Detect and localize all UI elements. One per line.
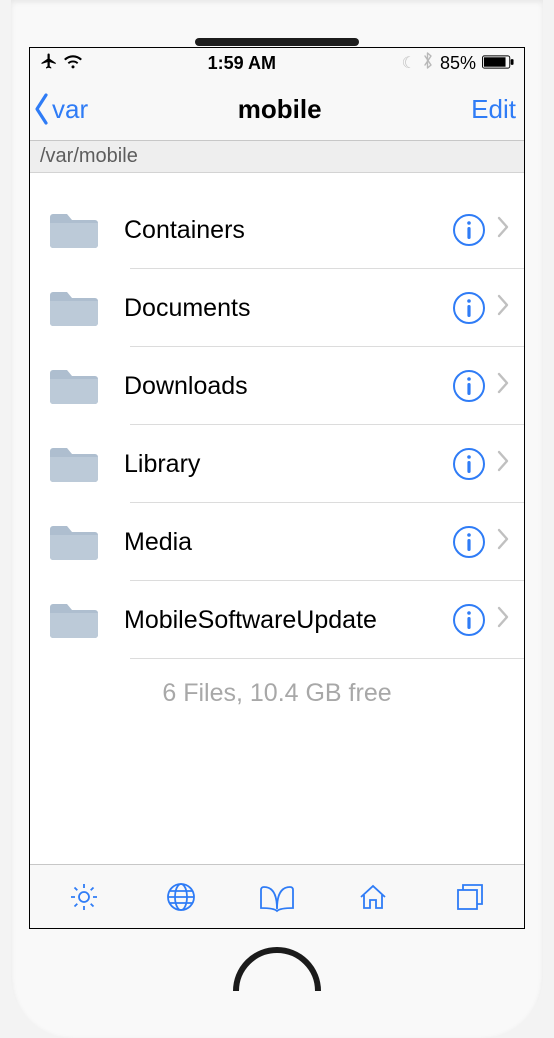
info-button[interactable] xyxy=(452,369,486,403)
home-button[interactable] xyxy=(353,877,393,917)
file-name: Containers xyxy=(124,216,452,245)
folder-icon xyxy=(48,365,100,407)
network-button[interactable] xyxy=(161,877,201,917)
chevron-right-icon[interactable] xyxy=(496,449,514,479)
status-time: 1:59 AM xyxy=(208,53,276,74)
folder-icon xyxy=(48,287,100,329)
windows-button[interactable] xyxy=(450,877,490,917)
info-button[interactable] xyxy=(452,213,486,247)
file-row[interactable]: Library xyxy=(30,425,524,503)
settings-button[interactable] xyxy=(64,877,104,917)
wifi-icon xyxy=(64,53,82,74)
edit-button[interactable]: Edit xyxy=(471,94,516,125)
info-button[interactable] xyxy=(452,525,486,559)
file-list: Containers Documents xyxy=(30,173,524,864)
airplane-mode-icon xyxy=(40,52,58,75)
path-display: /var/mobile xyxy=(30,141,524,173)
file-row[interactable]: Downloads xyxy=(30,347,524,425)
battery-percentage: 85% xyxy=(440,53,476,74)
folder-icon xyxy=(48,443,100,485)
file-row[interactable]: MobileSoftwareUpdate xyxy=(30,581,524,659)
chevron-right-icon[interactable] xyxy=(496,605,514,635)
info-button[interactable] xyxy=(452,291,486,325)
page-title: mobile xyxy=(238,94,322,125)
file-row[interactable]: Containers xyxy=(30,191,524,269)
bluetooth-icon xyxy=(422,52,434,75)
file-name: Downloads xyxy=(124,372,452,401)
file-name: Documents xyxy=(124,294,452,323)
battery-icon xyxy=(482,53,514,74)
folder-icon xyxy=(48,521,100,563)
navigation-bar: var mobile Edit xyxy=(30,78,524,141)
info-button[interactable] xyxy=(452,447,486,481)
file-name: MobileSoftwareUpdate xyxy=(124,606,452,635)
chevron-right-icon[interactable] xyxy=(496,371,514,401)
status-bar: 1:59 AM ☾ 85% xyxy=(30,48,524,78)
chevron-right-icon[interactable] xyxy=(496,527,514,557)
info-button[interactable] xyxy=(452,603,486,637)
bottom-toolbar xyxy=(30,864,524,928)
file-row[interactable]: Media xyxy=(30,503,524,581)
bookmarks-button[interactable] xyxy=(257,877,297,917)
back-button[interactable]: var xyxy=(32,92,88,126)
folder-icon xyxy=(48,599,100,641)
do-not-disturb-icon: ☾ xyxy=(402,53,416,73)
file-row[interactable]: Documents xyxy=(30,269,524,347)
back-button-label: var xyxy=(52,94,88,125)
file-name: Media xyxy=(124,528,452,557)
folder-icon xyxy=(48,209,100,251)
list-summary: 6 Files, 10.4 GB free xyxy=(30,679,524,708)
file-name: Library xyxy=(124,450,452,479)
chevron-right-icon[interactable] xyxy=(496,215,514,245)
chevron-right-icon[interactable] xyxy=(496,293,514,323)
